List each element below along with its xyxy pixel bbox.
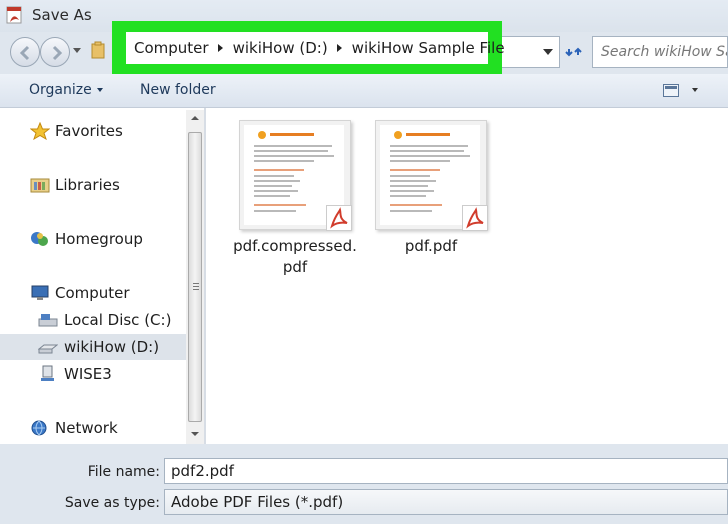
file-item-pdf-compressed[interactable]: pdf.compressed. pdf [230, 120, 360, 278]
nav-item-libraries[interactable]: Libraries [0, 173, 188, 197]
nav-item-wise3[interactable]: WISE3 [0, 362, 188, 386]
new-folder-button[interactable]: New folder [140, 82, 216, 98]
breadcrumb-item-computer[interactable]: Computer [134, 39, 209, 57]
window-title: Save As [32, 6, 92, 24]
toolbar: Organize New folder [0, 74, 728, 108]
nav-item-homegroup[interactable]: Homegroup [0, 227, 188, 251]
adobe-pdf-icon [6, 6, 22, 24]
breadcrumb: Computer wikiHow (D:) wikiHow Sample Fil… [126, 32, 505, 64]
nav-item-computer[interactable]: Computer [0, 281, 188, 305]
address-dropdown-icon[interactable] [543, 49, 553, 55]
navigation-pane: Favorites Libraries Homegroup Computer L… [0, 108, 204, 444]
nav-label: Computer [55, 284, 130, 302]
star-icon [30, 122, 50, 140]
organize-button[interactable]: Organize [29, 82, 103, 98]
forward-button[interactable] [40, 37, 70, 67]
pdf-file-icon [462, 205, 488, 231]
forward-arrow-icon [52, 45, 63, 61]
drive-icon [38, 314, 58, 327]
file-name-label: pdf.compressed. pdf [230, 236, 360, 278]
save-type-select[interactable]: Adobe PDF Files (*.pdf) [164, 489, 728, 515]
network-icon [31, 420, 47, 436]
file-thumbnail [239, 120, 352, 231]
nav-item-favorites[interactable]: Favorites [0, 119, 188, 143]
file-list: pdf.compressed. pdf pdf.pdf [206, 108, 728, 444]
scrollbar-thumb[interactable] [188, 132, 202, 422]
network-drive-icon [41, 365, 54, 381]
file-name-line-2: pdf [282, 258, 308, 276]
recent-locations-dropdown[interactable] [73, 48, 81, 53]
nav-label: wikiHow (D:) [64, 338, 160, 356]
chevron-down-icon [96, 88, 103, 92]
nav-item-local-disc[interactable]: Local Disc (C:) [0, 308, 188, 332]
breadcrumb-separator-icon[interactable] [336, 44, 342, 52]
breadcrumb-item-folder[interactable]: wikiHow Sample File [352, 39, 505, 57]
removable-drive-icon [38, 344, 58, 354]
grip-icon [193, 283, 199, 290]
nav-label: Network [55, 419, 118, 437]
breadcrumb-separator-icon[interactable] [217, 44, 223, 52]
file-name-label: pdf.pdf [404, 237, 458, 255]
save-form: File name: pdf2.pdf Save as type: Adobe … [0, 444, 728, 524]
computer-icon [31, 285, 49, 300]
view-options-icon[interactable] [663, 84, 679, 97]
breadcrumb-item-drive[interactable]: wikiHow (D:) [233, 39, 328, 57]
folder-icon [91, 41, 105, 59]
file-item-pdf[interactable]: pdf.pdf [366, 120, 496, 257]
homegroup-icon [31, 232, 48, 246]
back-arrow-icon [19, 45, 30, 61]
view-dropdown-icon[interactable] [692, 88, 698, 92]
nav-label: Local Disc (C:) [64, 311, 172, 329]
nav-item-network[interactable]: Network [0, 416, 188, 440]
refresh-icon[interactable] [563, 41, 585, 63]
file-name-field-label: File name: [87, 464, 160, 480]
save-type-field-label: Save as type: [64, 495, 160, 511]
nav-label: WISE3 [64, 365, 112, 383]
file-name-input[interactable]: pdf2.pdf [164, 458, 728, 484]
pdf-file-icon [326, 205, 352, 231]
file-name-line-1: pdf.compressed. [233, 237, 357, 255]
back-button[interactable] [10, 37, 40, 67]
nav-label: Favorites [55, 122, 123, 140]
organize-label: Organize [29, 82, 92, 98]
library-icon [30, 178, 50, 193]
scroll-up-icon[interactable] [191, 116, 199, 120]
file-thumbnail [375, 120, 488, 231]
nav-scrollbar[interactable] [186, 110, 204, 444]
scroll-down-icon[interactable] [191, 432, 199, 436]
nav-item-wikihow-drive[interactable]: wikiHow (D:) [0, 334, 186, 360]
nav-label: Libraries [55, 176, 120, 194]
search-input[interactable]: Search wikiHow Sa... [592, 36, 728, 68]
nav-label: Homegroup [55, 230, 143, 248]
